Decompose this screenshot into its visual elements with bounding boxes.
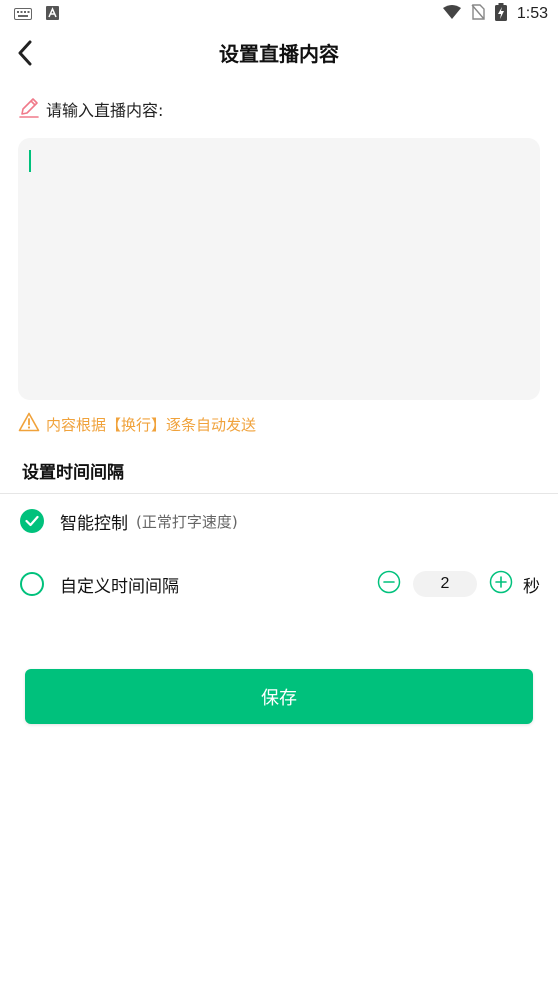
battery-charging-icon	[494, 3, 507, 25]
status-bar: 1:53	[0, 0, 558, 28]
notice-row: 内容根据【换行】逐条自动发送	[18, 412, 256, 436]
content-input-box[interactable]	[18, 138, 540, 400]
plus-circle-icon	[489, 570, 513, 598]
status-time: 1:53	[516, 5, 548, 22]
check-icon	[25, 512, 39, 531]
divider	[0, 493, 558, 494]
increment-button[interactable]	[489, 570, 513, 598]
interval-section-title: 设置时间间隔	[22, 463, 124, 483]
content-label-row: 请输入直播内容:	[18, 96, 163, 122]
interval-stepper: 2 秒	[377, 569, 540, 599]
page-title: 设置直播内容	[219, 42, 339, 66]
option-custom-interval[interactable]: 自定义时间间隔 2 秒	[20, 569, 540, 599]
pencil-icon	[18, 96, 40, 122]
warning-icon	[18, 412, 40, 436]
decrement-button[interactable]	[377, 570, 401, 598]
interval-unit: 秒	[523, 576, 540, 597]
content-label: 请输入直播内容:	[46, 101, 164, 120]
save-button[interactable]: 保存	[25, 669, 533, 724]
notice-text: 内容根据【换行】逐条自动发送	[46, 415, 257, 434]
wifi-icon	[442, 5, 461, 23]
radio-custom-interval[interactable]	[20, 572, 44, 596]
content-input[interactable]	[18, 138, 540, 400]
minus-circle-icon	[377, 570, 401, 598]
radio-smart-control[interactable]	[20, 509, 44, 533]
keyboard-icon	[14, 5, 32, 24]
header: 设置直播内容	[0, 28, 558, 80]
smart-control-label: 智能控制	[60, 513, 128, 534]
app-screen: 1:53 设置直播内容 请输入直播内容: 内容根据【换行】逐条自动发送 设置时间…	[0, 0, 558, 992]
no-sim-icon	[471, 4, 485, 24]
smart-control-subtitle: (正常打字速度)	[136, 512, 238, 531]
custom-interval-label: 自定义时间间隔	[60, 576, 179, 597]
interval-value[interactable]: 2	[413, 571, 477, 597]
option-smart-control[interactable]: 智能控制 (正常打字速度)	[20, 506, 540, 536]
a-badge-icon	[46, 5, 59, 24]
